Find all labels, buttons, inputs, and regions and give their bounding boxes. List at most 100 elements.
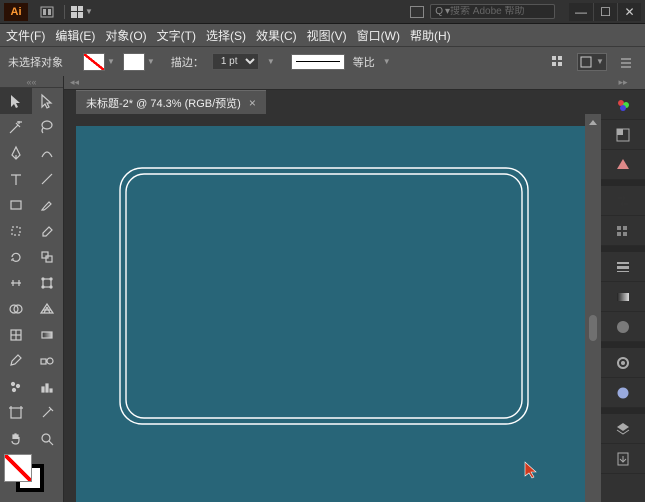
chevron-down-icon[interactable]: ▼ [107,57,115,66]
search-input[interactable] [450,6,550,17]
dock-collapse-strip[interactable]: ▸▸ [601,76,645,90]
separator [64,5,65,19]
graphic-styles-panel-icon[interactable] [601,378,645,408]
fill-color-swatch[interactable] [4,454,32,482]
line-tool[interactable] [32,166,64,192]
close-button[interactable]: ✕ [617,3,641,21]
bridge-icon[interactable] [36,6,58,18]
paintbrush-tool[interactable] [32,192,64,218]
lasso-tool[interactable] [32,114,64,140]
tab-close-button[interactable]: × [249,96,256,110]
document-area: ◂◂ 未标题-2* @ 74.3% (RGB/预览) × [64,76,601,502]
arrange-documents-dropdown[interactable]: ▼ [71,6,93,18]
document-setup-icon[interactable]: ▼ [577,53,607,71]
maximize-button[interactable]: ☐ [593,3,617,21]
asset-export-panel-icon[interactable] [601,444,645,474]
menu-edit[interactable]: 编辑(E) [55,27,95,44]
chevron-down-icon[interactable]: ▼ [147,57,155,66]
artwork-rounded-rect[interactable] [118,166,530,426]
curvature-tool[interactable] [32,140,64,166]
eraser-tool[interactable] [32,218,64,244]
rotate-tool[interactable] [0,244,32,270]
magic-wand-tool[interactable] [0,114,32,140]
canvas[interactable] [76,126,585,502]
brushes-panel-icon[interactable] [601,216,645,246]
menu-bar: 文件(F) 编辑(E) 对象(O) 文字(T) 选择(S) 效果(C) 视图(V… [0,24,645,46]
symbols-panel-icon[interactable] [601,186,645,216]
selection-status: 未选择对象 [8,54,63,70]
shaper-tool[interactable] [0,218,32,244]
scroll-up-icon[interactable] [589,120,597,125]
app-logo: Ai [4,3,28,21]
menu-window[interactable]: 窗口(W) [357,27,400,44]
hand-tool[interactable] [0,426,32,452]
direct-selection-tool[interactable] [32,88,64,114]
menu-object[interactable]: 对象(O) [105,27,146,44]
stroke-label: 描边： [171,54,204,70]
color-guide-panel-icon[interactable] [601,150,645,180]
gradient-panel-icon[interactable] [601,282,645,312]
menu-select[interactable]: 选择(S) [206,27,246,44]
control-bar: 未选择对象 ▼ ▼ 描边： 1 pt ▼ 等比 ▼ ▼ [0,46,645,76]
tab-bar: 未标题-2* @ 74.3% (RGB/预览) × [64,90,601,114]
swatches-panel-icon[interactable] [601,120,645,150]
work-area: «« ◂◂ 未标题-2* @ 74.3% (RGB/预览) × [0,76,645,502]
menu-view[interactable]: 视图(V) [307,27,347,44]
artboard-tool[interactable] [0,400,32,426]
menu-effect[interactable]: 效果(C) [256,27,297,44]
scroll-thumb[interactable] [589,315,597,341]
pen-tool[interactable] [0,140,32,166]
transparency-panel-icon[interactable] [601,312,645,342]
app-logo-text: Ai [11,6,22,18]
chevron-down-icon[interactable]: ▼ [383,57,391,66]
window-controls: — ☐ ✕ [569,3,641,21]
tab-title: 未标题-2* @ 74.3% (RGB/预览) [86,95,241,111]
type-tool[interactable] [0,166,32,192]
width-tool[interactable] [0,270,32,296]
preferences-icon[interactable] [615,53,637,71]
rectangle-tool[interactable] [0,192,32,218]
stroke-swatch[interactable] [123,53,145,71]
symbol-sprayer-tool[interactable] [0,374,32,400]
scale-tool[interactable] [32,244,64,270]
perspective-grid-tool[interactable] [32,296,64,322]
blend-tool[interactable] [32,348,64,374]
search-icon: Q [435,6,443,17]
menu-type[interactable]: 文字(T) [157,27,196,44]
fill-swatch[interactable] [83,53,105,71]
shape-builder-tool[interactable] [0,296,32,322]
align-panel-icon[interactable] [547,53,569,71]
vertical-scrollbar[interactable] [585,114,601,502]
color-panel-icon[interactable] [601,90,645,120]
free-transform-tool[interactable] [32,270,64,296]
tools-panel: «« [0,76,64,502]
selection-tool[interactable] [0,88,32,114]
eyedropper-tool[interactable] [0,348,32,374]
zoom-tool[interactable] [32,426,64,452]
document-tab[interactable]: 未标题-2* @ 74.3% (RGB/预览) × [76,90,266,114]
panel-dock-strip[interactable]: ◂◂ [64,76,601,90]
mesh-tool[interactable] [0,322,32,348]
search-box[interactable]: Q▾ [430,4,555,19]
appearance-panel-icon[interactable] [601,348,645,378]
document-icon[interactable] [410,6,424,18]
grid-icon [71,6,83,18]
minimize-button[interactable]: — [569,3,593,21]
column-graph-tool[interactable] [32,374,64,400]
slice-tool[interactable] [32,400,64,426]
chevron-down-icon: ▼ [85,7,93,16]
cursor-icon [523,461,539,484]
menu-file[interactable]: 文件(F) [6,27,45,44]
stroke-weight-select[interactable]: 1 pt [212,53,259,70]
title-bar: Ai ▼ Q▾ — ☐ ✕ [0,0,645,24]
stroke-panel-icon[interactable] [601,252,645,282]
gradient-tool[interactable] [32,322,64,348]
right-panels-dock: ▸▸ [601,76,645,502]
profile-label: 等比 [353,54,375,70]
menu-help[interactable]: 帮助(H) [410,27,451,44]
fill-stroke-picker[interactable] [0,452,63,496]
stroke-profile-preview[interactable] [291,54,345,70]
canvas-wrap [64,114,601,502]
chevron-down-icon[interactable]: ▼ [267,57,275,66]
layers-panel-icon[interactable] [601,414,645,444]
